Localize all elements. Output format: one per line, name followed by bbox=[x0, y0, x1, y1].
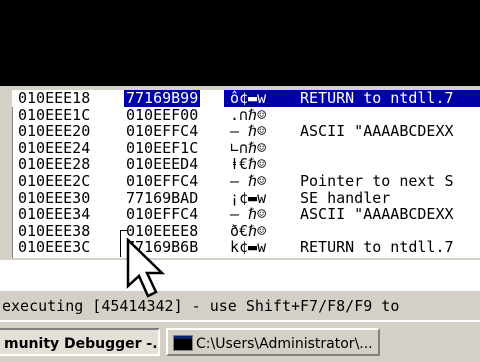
stack-row[interactable]: 010EEE24 010EEF1C ∟∩ℏ☺ bbox=[12, 140, 480, 157]
status-text: executing [45414342] - use Shift+F7/F8/F… bbox=[2, 297, 400, 315]
mouse-pointer-icon bbox=[126, 238, 166, 298]
stack-ascii: ô¢▬w bbox=[230, 90, 267, 107]
taskbar: munity Debugger -... C:\Users\Administra… bbox=[0, 320, 480, 362]
stack-row[interactable]: 010EEE18 77169B99 ô¢▬w RETURN to ntdll.7 bbox=[12, 90, 480, 107]
stack-address: 010EEE18 bbox=[18, 90, 91, 107]
stack-address: 010EEE34 bbox=[18, 205, 91, 224]
stack-comment: RETURN to ntdll.7 bbox=[300, 238, 454, 257]
stack-value: 77169BAD bbox=[126, 188, 199, 207]
stack-row[interactable]: 010EEE38 010EEEE8 ð€ℏ☺ bbox=[12, 223, 480, 240]
stack-value: 010EFFC4 bbox=[126, 122, 199, 141]
stack-value: 010EEEE8 bbox=[126, 221, 199, 240]
stack-row[interactable]: 010EEE2C 010EFFC4 — ℏ☺ Pointer to next S bbox=[12, 173, 480, 190]
stack-value: 010EEED4 bbox=[126, 155, 199, 174]
stack-row[interactable]: 010EEE28 010EEED4 ⱡ€ℏ☺ bbox=[12, 156, 480, 173]
stack-row[interactable]: 010EEE1C 010EEF00 .∩ℏ☺ bbox=[12, 105, 480, 124]
cmd-icon bbox=[173, 335, 193, 351]
stack-ascii: — ℏ☺ bbox=[230, 172, 267, 190]
taskbar-debugger-label: munity Debugger -... bbox=[4, 336, 160, 352]
stack-address: 010EEE3C bbox=[18, 238, 91, 257]
taskbar-cmd-label: C:\Users\Administrator\... bbox=[196, 336, 373, 352]
stack-ascii: — ℏ☺ bbox=[230, 205, 267, 224]
stack-ascii: ∟∩ℏ☺ bbox=[230, 138, 267, 157]
status-bar: executing [45414342] - use Shift+F7/F8/F… bbox=[0, 290, 480, 321]
stack-pane[interactable]: 010EEE18 77169B99 ô¢▬w RETURN to ntdll.7 010… bbox=[0, 90, 480, 258]
stack-ascii: — ℏ☺ bbox=[230, 122, 267, 141]
stack-row[interactable]: 010EEE34 010EFFC4 — ℏ☺ ASCII "AAAABCDEXX bbox=[12, 206, 480, 223]
stack-comment: SE handler bbox=[300, 188, 391, 207]
lower-pane[interactable] bbox=[0, 258, 480, 290]
stack-address: 010EEE24 bbox=[18, 138, 91, 157]
stack-ascii: .∩ℏ☺ bbox=[230, 105, 267, 124]
stack-value: 010EFFC4 bbox=[126, 205, 199, 224]
stack-value: 010EFFC4 bbox=[126, 172, 199, 190]
stack-address: 010EEE2C bbox=[18, 172, 91, 190]
stack-comment: RETURN to ntdll.7 bbox=[300, 90, 454, 107]
stack-ascii: ð€ℏ☺ bbox=[230, 221, 267, 240]
black-region bbox=[0, 0, 480, 86]
stack-ascii: ⱡ€ℏ☺ bbox=[230, 155, 267, 174]
stack-value: 010EEF00 bbox=[126, 105, 199, 124]
stack-address: 010EEE20 bbox=[18, 122, 91, 141]
stack-address: 010EEE30 bbox=[18, 188, 91, 207]
stack-comment: ASCII "AAAABCDEXX bbox=[300, 122, 454, 141]
stack-value: 77169B99 bbox=[124, 90, 201, 107]
stack-address: 010EEE28 bbox=[18, 155, 91, 174]
taskbar-immunity-debugger[interactable]: munity Debugger -... bbox=[0, 328, 160, 356]
stack-value: 010EEF1C bbox=[126, 138, 199, 157]
stack-ascii: ¡¢▬w bbox=[230, 188, 267, 207]
stack-comment: Pointer to next S bbox=[300, 172, 454, 190]
stack-comment: ASCII "AAAABCDEXX bbox=[300, 205, 454, 224]
stack-address: 010EEE38 bbox=[18, 221, 91, 240]
stack-row[interactable]: 010EEE3C 77169B6B k¢▬w RETURN to ntdll.7 bbox=[12, 239, 480, 256]
stack-row[interactable]: 010EEE30 77169BAD ¡¢▬w SE handler bbox=[12, 188, 480, 207]
stack-row[interactable]: 010EEE20 010EFFC4 — ℏ☺ ASCII "AAAABCDEXX bbox=[12, 123, 480, 140]
taskbar-cmd-window[interactable]: C:\Users\Administrator\... bbox=[166, 328, 380, 356]
stack-ascii: k¢▬w bbox=[230, 238, 267, 257]
stack-address: 010EEE1C bbox=[18, 105, 91, 124]
